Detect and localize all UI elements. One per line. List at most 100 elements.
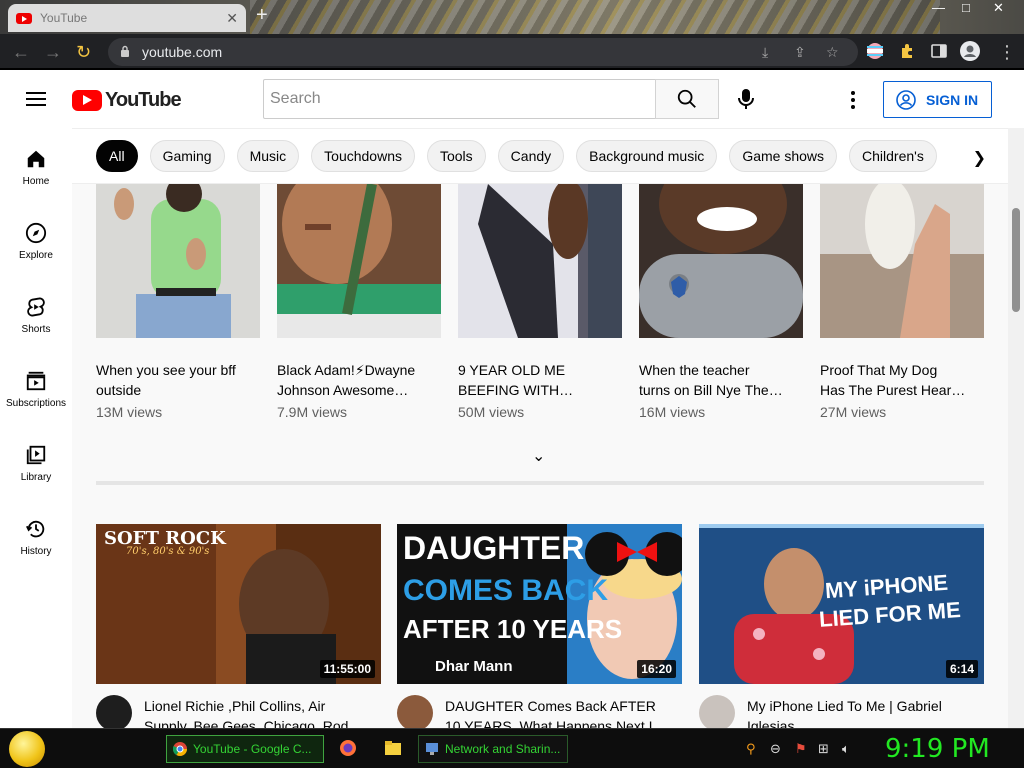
tab-title: YouTube (40, 11, 88, 25)
video-thumbnail[interactable]: MY iPHONE LIED FOR ME 6:14 (699, 524, 984, 684)
short-card[interactable]: Proof That My Dog Has The Purest Hear… 27… (820, 184, 984, 420)
short-thumbnail[interactable] (277, 184, 441, 338)
theme-background (250, 0, 940, 34)
side-panel-icon[interactable] (930, 42, 948, 60)
search-tray-icon[interactable]: ⚲ (746, 741, 756, 757)
chip-all[interactable]: All (96, 140, 138, 172)
action-center-flag-icon[interactable]: ⚑ (795, 741, 807, 757)
sidebar-item-home[interactable]: Home (0, 148, 72, 187)
chevron-right-icon[interactable]: ❯ (973, 148, 986, 168)
minimize-button[interactable]: — (932, 0, 945, 15)
short-title[interactable]: Black Adam!⚡Dwayne Johnson Awesome… (277, 360, 441, 400)
video-card[interactable]: MY iPHONE LIED FOR ME 6:14 My iPhone Lie… (699, 524, 984, 728)
short-title[interactable]: When the teacher turns on Bill Nye The… (639, 360, 803, 400)
chip-candy[interactable]: Candy (497, 140, 565, 172)
taskbar-item-network[interactable]: Network and Sharin... (418, 735, 568, 763)
taskbar-item-label: Network and Sharin... (445, 742, 561, 756)
status-tray-icon[interactable]: ⊖ (770, 741, 781, 757)
short-title[interactable]: 9 YEAR OLD ME BEEFING WITH… (458, 360, 622, 400)
sidebar-item-library[interactable]: Library (0, 444, 72, 483)
firefox-icon[interactable] (339, 739, 357, 757)
install-icon[interactable]: ⤓ (762, 44, 768, 61)
short-card[interactable]: When you see your bff outside 13M views (96, 184, 260, 420)
short-title[interactable]: When you see your bff outside (96, 360, 260, 400)
channel-avatar[interactable] (699, 695, 735, 728)
account-avatar-icon[interactable] (960, 41, 980, 61)
share-icon[interactable]: ⇪ (794, 44, 806, 61)
sidebar-item-shorts[interactable]: Shorts (0, 296, 72, 335)
start-menu-smiley-icon[interactable] (9, 731, 45, 767)
thumbnail-subtext: COMES BACK (403, 574, 609, 607)
short-thumbnail[interactable] (639, 184, 803, 338)
video-card[interactable]: DAUGHTER COMES BACK AFTER 10 YEARS Dhar … (397, 524, 682, 728)
search-input[interactable]: Search (263, 79, 656, 119)
show-more-chevron-down-icon[interactable]: ⌄ (532, 446, 545, 466)
browser-tab-youtube[interactable]: YouTube ✕ (8, 4, 246, 32)
user-circle-icon (896, 89, 916, 110)
taskbar-item-chrome[interactable]: YouTube - Google C... (166, 735, 324, 763)
sidebar-item-explore[interactable]: Explore (0, 222, 72, 261)
logo-text: YouTube (105, 89, 182, 111)
video-card[interactable]: SOFT ROCK 70's, 80's & 90's 11:55:00 Lio… (96, 524, 381, 728)
volume-speaker-icon[interactable]: 🔈︎ (842, 741, 850, 757)
video-thumbnail[interactable]: SOFT ROCK 70's, 80's & 90's 11:55:00 (96, 524, 381, 684)
search-button[interactable] (655, 79, 719, 119)
maximize-button[interactable]: □ (962, 0, 970, 15)
video-title[interactable]: Lionel Richie ,Phil Collins, Air Supply, … (144, 696, 376, 728)
channel-avatar[interactable] (397, 695, 433, 728)
sidebar-item-history[interactable]: History (0, 518, 72, 557)
short-thumbnail[interactable] (458, 184, 622, 338)
taskbar-clock[interactable]: 9:19 PM (885, 734, 990, 764)
voice-search-microphone-icon[interactable] (736, 87, 756, 111)
chip-music[interactable]: Music (236, 140, 300, 172)
chip-gaming[interactable]: Gaming (149, 140, 225, 172)
short-thumbnail[interactable] (96, 184, 260, 338)
extensions-puzzle-icon[interactable] (898, 42, 916, 60)
profile-flag-icon[interactable] (866, 42, 884, 60)
forward-arrow-icon[interactable]: → (44, 42, 62, 63)
video-title[interactable]: DAUGHTER Comes Back AFTER 10 YEARS, What … (445, 696, 677, 728)
lock-icon (121, 45, 129, 57)
close-window-button[interactable]: ✕ (993, 0, 1004, 16)
sidebar-item-subscriptions[interactable]: Subscriptions (0, 370, 72, 409)
reload-icon[interactable]: ↻ (76, 42, 91, 63)
browser-menu-icon[interactable]: ⋮ (998, 42, 1016, 63)
shorts-icon (27, 297, 45, 317)
menu-hamburger-icon[interactable] (26, 92, 46, 106)
chip-game-shows[interactable]: Game shows (729, 140, 838, 172)
video-thumbnail[interactable]: DAUGHTER COMES BACK AFTER 10 YEARS Dhar … (397, 524, 682, 684)
chip-touchdowns[interactable]: Touchdowns (311, 140, 415, 172)
browser-tab-strip: YouTube ✕ + — □ ✕ (0, 0, 1024, 34)
short-views: 50M views (458, 404, 525, 420)
file-manager-folder-icon[interactable] (384, 739, 402, 757)
chip-background-music[interactable]: Background music (576, 140, 718, 172)
library-icon (26, 445, 46, 465)
short-card[interactable]: 9 YEAR OLD ME BEEFING WITH… 50M views (458, 184, 622, 420)
back-arrow-icon[interactable]: ← (12, 42, 30, 63)
video-duration: 11:55:00 (319, 660, 375, 678)
network-tray-icon[interactable]: ⊞ (818, 741, 829, 757)
scrollbar-thumb[interactable] (1012, 208, 1020, 312)
short-thumbnail[interactable] (820, 184, 984, 338)
tab-close-icon[interactable]: ✕ (226, 10, 238, 27)
chrome-icon (173, 742, 187, 756)
settings-kebab-icon[interactable] (851, 91, 855, 112)
short-card[interactable]: When the teacher turns on Bill Nye The… 1… (639, 184, 803, 420)
thumbnail-subtext: AFTER 10 YEARS (403, 614, 623, 644)
new-tab-button[interactable]: + (256, 4, 268, 27)
video-title[interactable]: My iPhone Lied To Me | Gabriel Iglesias (747, 696, 979, 728)
filter-chip-bar: All Gaming Music Touchdowns Tools Candy … (72, 128, 1008, 184)
bookmark-star-icon[interactable]: ☆ (826, 44, 839, 61)
channel-avatar[interactable] (96, 695, 132, 728)
address-bar[interactable]: youtube.com ⤓ ⇪ ☆ (108, 38, 858, 66)
chip-childrens[interactable]: Children's (849, 140, 937, 172)
sidebar-label: Subscriptions (5, 398, 67, 409)
short-card[interactable]: Black Adam!⚡Dwayne Johnson Awesome… 7.9M … (277, 184, 441, 420)
home-icon (27, 150, 45, 168)
compass-icon (25, 222, 47, 244)
short-views: 7.9M views (277, 404, 348, 420)
short-title[interactable]: Proof That My Dog Has The Purest Hear… (820, 360, 984, 400)
sign-in-button[interactable]: SIGN IN (883, 81, 992, 118)
chip-tools[interactable]: Tools (426, 140, 486, 172)
youtube-logo[interactable]: YouTube (72, 89, 182, 112)
